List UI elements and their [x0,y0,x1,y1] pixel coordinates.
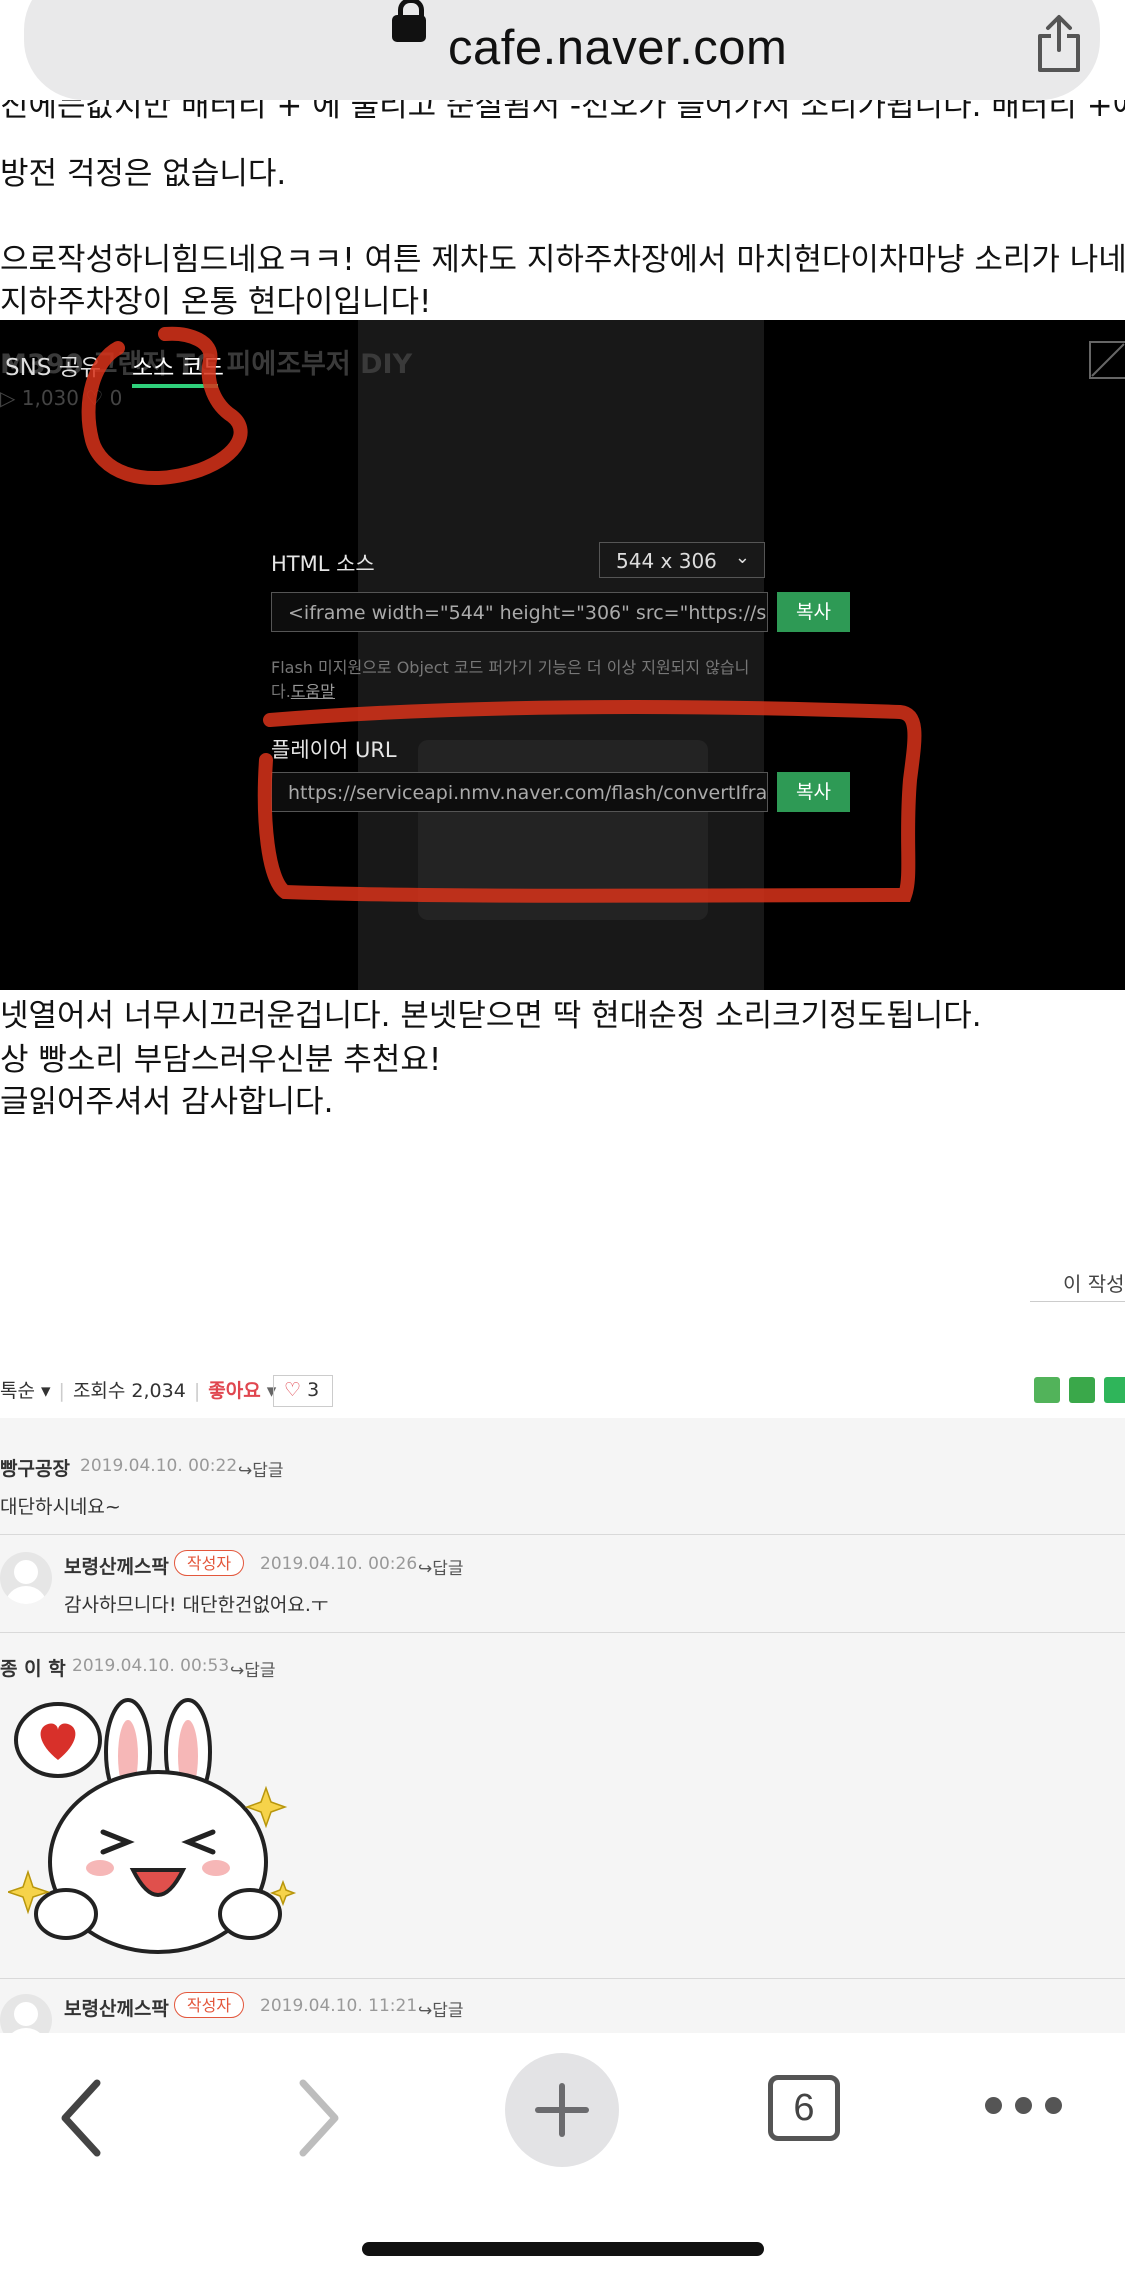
writer-badge: 작성자 [174,1992,244,2018]
tab-source-code[interactable]: 소스 코드 [132,348,224,382]
avatar [0,1552,52,1604]
plus-icon[interactable] [505,2053,619,2167]
comment-item: 보령산께스팍 작성자 2019.04.10. 00:26 ↪답글 감사하므니다!… [0,1534,1125,1633]
chevron-right-icon[interactable] [295,2073,345,2163]
comment-date: 2019.04.10. 00:26 [260,1554,418,1574]
ellipsis-icon[interactable] [985,2097,1065,2117]
post-stats: 톡순 ▾ | 조회수 2,034 | 좋아요 ▾ [0,1380,277,1402]
cafe-share-icon[interactable] [1069,1377,1095,1403]
article-line: 방전 걱정은 없습니다. [0,156,287,192]
article-line: 으로작성하니힘드네요ㅋㅋ! 여튼 제차도 지하주차장에서 마치현다이차마냥 소리… [0,242,1125,278]
comment-list: 빵구공장 2019.04.10. 00:22 ↪답글 대단하시네요~ 보령산께스… [0,1418,1125,2033]
memo-share-icon[interactable] [1104,1377,1125,1403]
chevron-down-icon: ⌄ [734,547,750,568]
chevron-left-icon[interactable] [55,2073,105,2163]
article-line: 지하주차장이 온통 현다이입니다! [0,284,432,320]
writer-badge: 작성자 [174,1550,244,1576]
comment-author[interactable]: 보령산께스팍 [64,1552,169,1579]
heart-icon: ♡ [284,1379,302,1401]
flash-note-text: Flash 미지원으로 Object 코드 퍼가기 기능은 더 이상 지원되지 … [271,658,750,701]
comment-author[interactable]: 빵구공장 [0,1454,70,1481]
stats-prefix[interactable]: 톡순 [0,1380,35,1402]
iframe-code-field[interactable]: <iframe width="544" height="306" src="ht… [271,592,768,632]
flash-note: Flash 미지원으로 Object 코드 퍼가기 기능은 더 이상 지원되지 … [271,656,751,704]
share-icon[interactable] [1034,14,1084,74]
reply-button[interactable]: ↪답글 [418,1554,464,1579]
video-frame [358,320,764,990]
url-text[interactable]: cafe.naver.com [448,20,787,76]
lock-icon [392,0,426,42]
article-line: 넷열어서 너무시끄러운겁니다. 본넷닫으면 딱 현대순정 소리크기정도됩니다. [0,998,982,1034]
comment-text: 감사하므니다! 대단한건없어요.ㅜ [64,1594,329,1616]
reply-label: 답글 [252,1461,284,1481]
comment-text: 대단하시네요~ [0,1496,121,1518]
address-bar: cafe.naver.com [0,0,1125,100]
player-url-field[interactable]: https://serviceapi.nmv.naver.com/flash/c… [271,772,768,812]
help-link[interactable]: 도움말 [291,682,335,701]
caret-icon: ▾ [34,1380,51,1402]
heart-button[interactable]: ♡ 3 [273,1375,333,1407]
author-link[interactable]: 이 작성자 [1030,1268,1125,1302]
article-line-cut: 진에는값지만 배터리 + 에 물리고 순절됨서 -전오가 들어가서 소리가됩니다… [0,100,1125,124]
rabbit-sticker [8,1698,297,1954]
comment-date: 2019.04.10. 11:21 [260,1996,418,2016]
tabs-button[interactable]: 6 [768,2075,840,2141]
comment-author[interactable]: 종 이 학 [0,1654,66,1681]
comment-item: 종 이 학 2019.04.10. 00:53 ↪답글 [0,1632,1125,1979]
video-share-panel: M390 그랜저 TG 피에조부저 DIY ▷ 1,030 ♡ 0 SNS 공유… [0,320,1125,990]
avatar [0,1994,52,2033]
copy-url-button[interactable]: 복사 [777,772,850,812]
size-select[interactable]: 544 x 306 ⌄ [599,542,765,578]
html-source-label: HTML 소스 [271,552,375,576]
copy-html-button[interactable]: 복사 [777,592,850,632]
comment-date: 2019.04.10. 00:53 [72,1656,230,1676]
article-line: 글읽어주셔서 감사합니다. [0,1084,334,1120]
size-select-value: 544 x 306 [616,549,717,573]
active-tab-indicator [132,384,218,388]
article-line: 상 빵소리 부담스러우신분 추천요! [0,1042,442,1078]
url-field[interactable]: cafe.naver.com [24,0,1100,100]
home-indicator[interactable] [362,2242,764,2256]
video-meta: ▷ 1,030 ♡ 0 [0,386,123,410]
heart-count: 3 [307,1379,320,1401]
tab-sns-share[interactable]: SNS 공유 [5,348,101,382]
reply-button[interactable]: ↪답글 [230,1656,276,1681]
reply-label: 답글 [432,1559,464,1579]
reply-button[interactable]: ↪답글 [238,1456,284,1481]
player-url-label: 플레이어 URL [271,738,397,762]
comment-item: 빵구공장 2019.04.10. 00:22 ↪답글 대단하시네요~ [0,1418,1125,1535]
blog-share-icon[interactable] [1034,1377,1060,1403]
comment-author[interactable]: 보령산께스팍 [64,1994,169,2021]
comment-item: 보령산께스팍 작성자 2019.04.10. 11:21 ↪답글 [0,1978,1125,2033]
comment-date: 2019.04.10. 00:22 [80,1456,238,1476]
view-count: 조회수 2,034 [72,1380,186,1402]
reply-label: 답글 [432,2001,464,2021]
close-icon[interactable] [1088,340,1125,380]
reply-button[interactable]: ↪답글 [418,1996,464,2021]
reply-label: 답글 [244,1661,276,1681]
like-button[interactable]: 좋아요 [208,1380,260,1402]
